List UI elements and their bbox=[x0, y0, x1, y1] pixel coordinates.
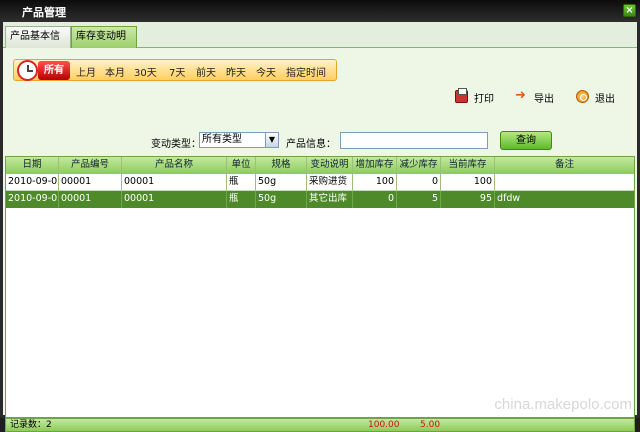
column-header-remark[interactable]: 备注 bbox=[495, 157, 634, 174]
column-header-decrease[interactable]: 减少库存 bbox=[397, 157, 441, 174]
cell-change-desc: 采购进货 bbox=[307, 174, 353, 191]
print-button[interactable]: 打印 bbox=[455, 88, 503, 105]
cell-product-name: 00001 bbox=[122, 191, 227, 208]
arrow-right-icon: ➜ bbox=[515, 88, 526, 103]
column-header-increase[interactable]: 增加库存 bbox=[353, 157, 397, 174]
cell-product-code: 00001 bbox=[59, 174, 122, 191]
total-increase: 100.00 bbox=[368, 420, 400, 430]
tab-bar: 产品基本信息 库存变动明细 bbox=[3, 22, 637, 62]
cell-spec: 50g bbox=[256, 191, 307, 208]
tab-inventory-change-detail[interactable]: 库存变动明细 bbox=[71, 26, 137, 62]
title-bar: 产品管理 × bbox=[0, 0, 640, 22]
product-info-label: 产品信息： bbox=[286, 139, 336, 150]
cell-increase: 100 bbox=[353, 174, 397, 191]
column-header-date[interactable]: 日期 bbox=[6, 157, 59, 174]
date-filter-all[interactable]: 所有 bbox=[38, 61, 70, 80]
date-filter-30-days[interactable]: 30天 bbox=[134, 64, 157, 79]
date-filter-last-month[interactable]: 上月 bbox=[76, 64, 96, 79]
cell-date: 2010-09-03 bbox=[6, 191, 59, 208]
cell-decrease: 5 bbox=[397, 191, 441, 208]
date-filter-this-month[interactable]: 本月 bbox=[105, 64, 125, 79]
product-management-window: 产品管理 × 产品基本信息 库存变动明细 所有 上月 本月 30天 7天 前天 … bbox=[0, 0, 640, 432]
cell-remark bbox=[495, 174, 634, 191]
column-header-current-stock[interactable]: 当前库存 bbox=[441, 157, 495, 174]
watermark: china.makepolo.com bbox=[494, 396, 632, 413]
cell-unit: 瓶 bbox=[227, 174, 256, 191]
export-button[interactable]: ➜ 导出 bbox=[515, 88, 563, 105]
inventory-table: 日期 产品编号 产品名称 单位 规格 变动说明 增加库存 减少库存 当前库存 备… bbox=[5, 156, 635, 418]
column-header-product-name[interactable]: 产品名称 bbox=[122, 157, 227, 174]
date-filter-custom[interactable]: 指定时间 bbox=[286, 64, 326, 79]
exit-label: 退出 bbox=[595, 94, 615, 105]
change-type-select[interactable]: 所有类型 ▼ bbox=[199, 132, 279, 148]
client-area: 产品基本信息 库存变动明细 所有 上月 本月 30天 7天 前天 昨天 今天 指… bbox=[3, 22, 637, 432]
printer-icon bbox=[455, 88, 468, 103]
cell-decrease: 0 bbox=[397, 174, 441, 191]
cell-date: 2010-09-03 bbox=[6, 174, 59, 191]
column-header-spec[interactable]: 规格 bbox=[256, 157, 307, 174]
cell-increase: 0 bbox=[353, 191, 397, 208]
total-decrease: 5.00 bbox=[420, 420, 441, 430]
table-header: 日期 产品编号 产品名称 单位 规格 变动说明 增加库存 减少库存 当前库存 备… bbox=[6, 157, 634, 174]
cell-current-stock: 100 bbox=[441, 174, 495, 191]
chevron-down-icon[interactable]: ▼ bbox=[265, 133, 278, 147]
table-row[interactable]: 2010-09-03 00001 00001 瓶 50g 采购进货 100 0 … bbox=[6, 174, 634, 191]
date-filter-day-before-yesterday[interactable]: 前天 bbox=[196, 64, 216, 79]
clock-icon bbox=[17, 60, 38, 81]
cell-product-name: 00001 bbox=[122, 174, 227, 191]
filter-row: 变动类型： 所有类型 ▼ 产品信息： 查询 bbox=[3, 131, 637, 153]
tab-product-basic-info[interactable]: 产品基本信息 bbox=[5, 26, 71, 62]
column-header-unit[interactable]: 单位 bbox=[227, 157, 256, 174]
change-type-value: 所有类型 bbox=[202, 134, 242, 145]
window-title: 产品管理 bbox=[22, 6, 66, 19]
cell-remark: dfdw bbox=[497, 193, 521, 204]
cell-change-desc: 其它出库 bbox=[307, 191, 353, 208]
column-header-change-desc[interactable]: 变动说明 bbox=[307, 157, 353, 174]
exit-button[interactable]: 退出 bbox=[576, 90, 624, 105]
date-filter-bar: 所有 上月 本月 30天 7天 前天 昨天 今天 指定时间 bbox=[13, 59, 337, 81]
date-filter-yesterday[interactable]: 昨天 bbox=[226, 64, 246, 79]
export-label: 导出 bbox=[534, 94, 554, 105]
inventory-detail-panel: 所有 上月 本月 30天 7天 前天 昨天 今天 指定时间 打印 ➜ 导出 退出 bbox=[3, 49, 637, 432]
date-filter-7-days[interactable]: 7天 bbox=[169, 64, 185, 79]
table-footer: 记录数：2 100.00 5.00 bbox=[5, 418, 635, 432]
query-button[interactable]: 查询 bbox=[500, 131, 552, 150]
date-filter-today[interactable]: 今天 bbox=[256, 64, 276, 79]
record-count: 记录数：2 bbox=[10, 420, 52, 430]
cell-current-stock: 95 bbox=[441, 191, 495, 208]
product-info-input[interactable] bbox=[340, 132, 488, 149]
column-header-product-code[interactable]: 产品编号 bbox=[59, 157, 122, 174]
power-icon bbox=[576, 90, 589, 103]
table-row-selected[interactable]: 2010-09-03 00001 00001 瓶 50g 其它出库 0 5 95… bbox=[6, 191, 634, 208]
cell-spec: 50g bbox=[256, 174, 307, 191]
cell-product-code: 00001 bbox=[59, 191, 122, 208]
print-label: 打印 bbox=[474, 94, 494, 105]
cell-unit: 瓶 bbox=[227, 191, 256, 208]
close-icon[interactable]: × bbox=[623, 4, 636, 17]
change-type-label: 变动类型： bbox=[151, 139, 201, 150]
